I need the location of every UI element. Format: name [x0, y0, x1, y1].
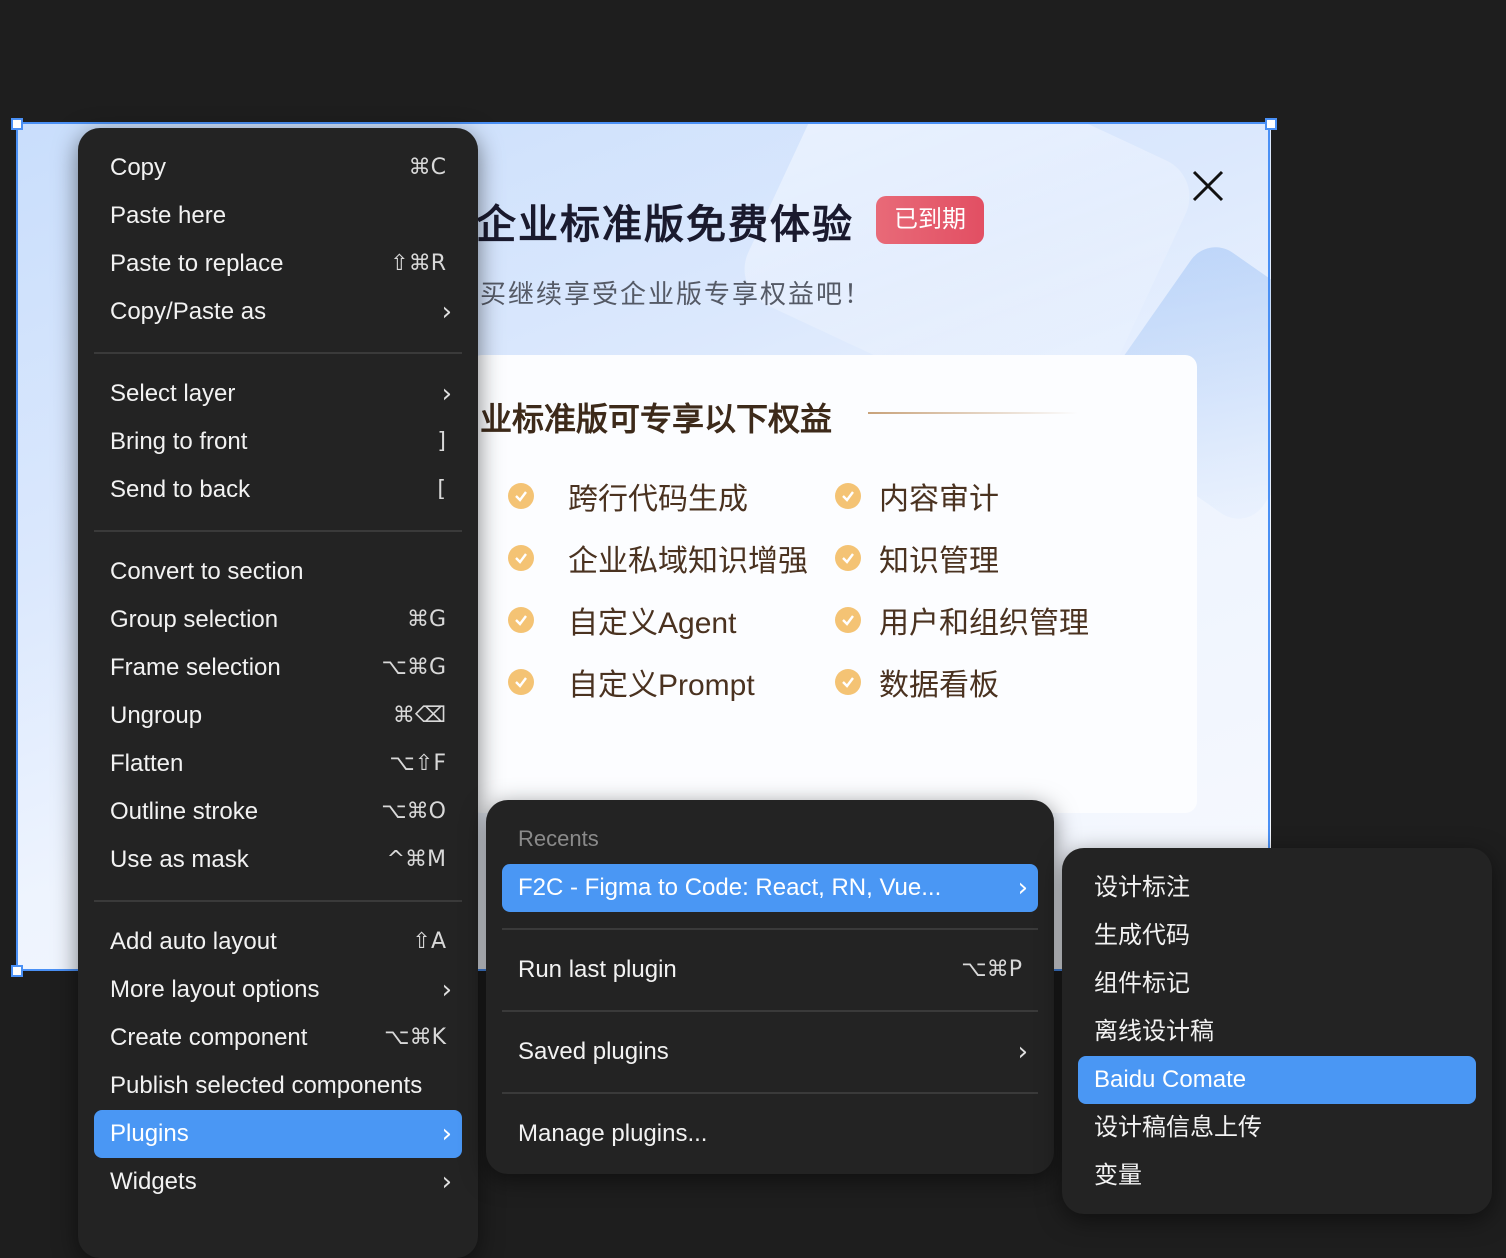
- menu-item-paste-to-replace[interactable]: Paste to replace ⇧⌘R: [94, 240, 462, 288]
- menu-item-copy-paste-as[interactable]: Copy/Paste as ›: [94, 288, 462, 336]
- menu-item-frame-selection[interactable]: Frame selection ⌥⌘G: [94, 644, 462, 692]
- shortcut-hint: ⌥⌘O: [381, 799, 446, 824]
- menu-divider: [94, 352, 462, 354]
- shortcut-hint: ⌘C: [408, 155, 446, 180]
- benefit-item: 内容审计: [835, 474, 999, 518]
- menu-divider: [94, 900, 462, 902]
- menu-item-plugins[interactable]: Plugins ›: [94, 1110, 462, 1158]
- benefits-card-title: 业标准版可专享以下权益: [480, 401, 833, 437]
- frame-title: 企业标准版免费体验: [476, 203, 854, 247]
- menu-divider: [502, 1010, 1038, 1012]
- check-icon: [835, 669, 861, 695]
- recents-label: Recents: [518, 826, 599, 851]
- menu-divider: [94, 530, 462, 532]
- f2c-item-generate-code[interactable]: 生成代码: [1078, 912, 1476, 960]
- menu-item-select-layer[interactable]: Select layer ›: [94, 370, 462, 418]
- f2c-submenu: 设计标注 生成代码 组件标记 离线设计稿 Baidu Comate 设计稿信息上…: [1062, 848, 1492, 1214]
- resize-handle[interactable]: [11, 118, 23, 130]
- menu-item-group-selection[interactable]: Group selection ⌘G: [94, 596, 462, 644]
- check-icon: [508, 607, 534, 633]
- menu-item-create-component[interactable]: Create component ⌥⌘K: [94, 1014, 462, 1062]
- title-divider: [868, 412, 1078, 414]
- menu-item-flatten[interactable]: Flatten ⌥⇧F: [94, 740, 462, 788]
- check-icon: [835, 483, 861, 509]
- shortcut-hint: ⌥⌘G: [381, 655, 446, 680]
- f2c-item-variables[interactable]: 变量: [1078, 1152, 1476, 1200]
- benefit-item: 数据看板: [835, 660, 999, 704]
- resize-handle[interactable]: [1265, 118, 1277, 130]
- menu-item-paste-here[interactable]: Paste here: [94, 192, 462, 240]
- close-icon[interactable]: [1190, 168, 1226, 204]
- shortcut-hint: [: [437, 477, 446, 502]
- chevron-right-icon: ›: [441, 1119, 452, 1149]
- f2c-item-component-mark[interactable]: 组件标记: [1078, 960, 1476, 1008]
- shortcut-hint: ⌥⇧F: [389, 751, 446, 776]
- menu-item-publish-selected-components[interactable]: Publish selected components: [94, 1062, 462, 1110]
- shortcut-hint: ^⌘M: [386, 847, 446, 872]
- menu-item-use-as-mask[interactable]: Use as mask ^⌘M: [94, 836, 462, 884]
- chevron-right-icon: ›: [441, 975, 452, 1005]
- check-icon: [508, 669, 534, 695]
- benefit-item: 跨行代码生成: [508, 474, 748, 518]
- frame-subtitle: 买继续享受企业版专享权益吧！: [480, 279, 873, 309]
- menu-divider: [502, 928, 1038, 930]
- menu-item-bring-to-front[interactable]: Bring to front]: [94, 418, 462, 466]
- chevron-right-icon: ›: [1017, 873, 1028, 903]
- menu-divider: [502, 1092, 1038, 1094]
- menu-item-outline-stroke[interactable]: Outline stroke ⌥⌘O: [94, 788, 462, 836]
- shortcut-hint: ⇧⌘R: [390, 251, 446, 276]
- f2c-item-upload-info[interactable]: 设计稿信息上传: [1078, 1104, 1476, 1152]
- recent-plugin-f2c[interactable]: F2C - Figma to Code: React, RN, Vue... ›: [502, 864, 1038, 912]
- shortcut-hint: ]: [437, 429, 446, 454]
- benefit-item: 知识管理: [835, 536, 999, 580]
- benefit-item: 企业私域知识增强: [508, 536, 808, 580]
- check-icon: [835, 607, 861, 633]
- shortcut-hint: ⇧A: [412, 929, 446, 954]
- benefit-item: 用户和组织管理: [835, 598, 1089, 642]
- menu-item-ungroup[interactable]: Ungroup ⌘⌫: [94, 692, 462, 740]
- check-icon: [508, 483, 534, 509]
- check-icon: [508, 545, 534, 571]
- menu-item-copy[interactable]: Copy ⌘C: [94, 144, 462, 192]
- f2c-item-baidu-comate[interactable]: Baidu Comate: [1078, 1056, 1476, 1104]
- manage-plugins[interactable]: Manage plugins...: [502, 1110, 1038, 1158]
- chevron-right-icon: ›: [441, 379, 452, 409]
- f2c-item-design-annotation[interactable]: 设计标注: [1078, 864, 1476, 912]
- shortcut-hint: ⌘G: [406, 607, 446, 632]
- menu-item-convert-to-section[interactable]: Convert to section: [94, 548, 462, 596]
- menu-item-widgets[interactable]: Widgets ›: [94, 1158, 462, 1206]
- context-menu: Copy ⌘C Paste here Paste to replace ⇧⌘R Copy/…: [78, 128, 478, 1258]
- f2c-item-offline-design[interactable]: 离线设计稿: [1078, 1008, 1476, 1056]
- plugins-submenu: Recents F2C - Figma to Code: React, RN, …: [486, 800, 1054, 1174]
- benefit-item: 自定义Prompt: [508, 660, 755, 704]
- resize-handle[interactable]: [11, 965, 23, 977]
- shortcut-hint: ⌘⌫: [392, 703, 446, 728]
- menu-item-send-to-back[interactable]: Send to back[: [94, 466, 462, 514]
- check-icon: [835, 545, 861, 571]
- shortcut-hint: ⌥⌘K: [384, 1025, 446, 1050]
- chevron-right-icon: ›: [1017, 1037, 1028, 1067]
- run-last-plugin[interactable]: Run last plugin ⌥⌘P: [502, 946, 1038, 994]
- menu-item-more-layout-options[interactable]: More layout options ›: [94, 966, 462, 1014]
- benefit-item: 自定义Agent: [508, 598, 736, 642]
- expired-badge: 已到期: [876, 196, 984, 244]
- chevron-right-icon: ›: [441, 1167, 452, 1197]
- chevron-right-icon: ›: [441, 297, 452, 327]
- menu-item-add-auto-layout[interactable]: Add auto layout ⇧A: [94, 918, 462, 966]
- saved-plugins[interactable]: Saved plugins ›: [502, 1028, 1038, 1076]
